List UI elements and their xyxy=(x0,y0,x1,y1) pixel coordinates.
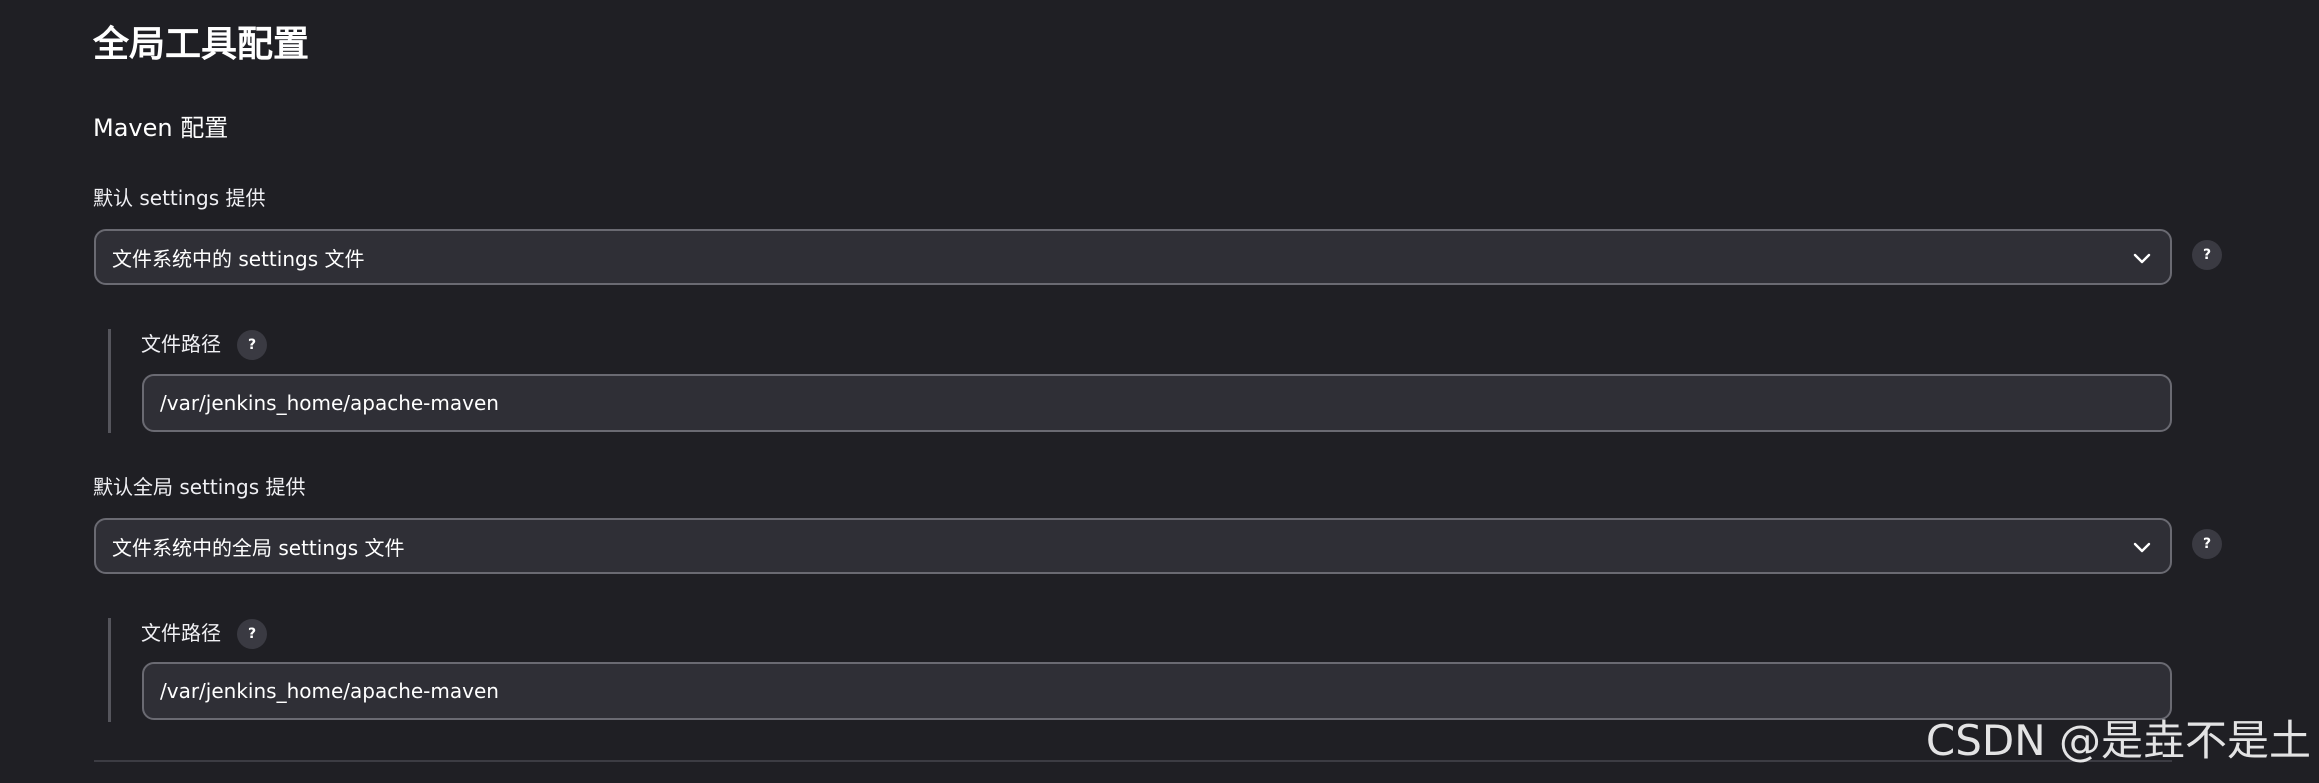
global-settings-file-path-help-icon[interactable]: ? xyxy=(237,619,267,649)
global-settings-provider-select[interactable]: 文件系统中的全局 settings 文件 xyxy=(94,518,2172,574)
settings-provider-label: 默认 settings 提供 xyxy=(93,186,266,210)
global-settings-provider-help-icon[interactable]: ? xyxy=(2192,529,2222,559)
global-tool-config-page: 全局工具配置 Maven 配置 默认 settings 提供 文件系统中的 se… xyxy=(0,0,2319,783)
global-settings-file-path-label: 文件路径 xyxy=(141,621,221,645)
settings-file-path-label: 文件路径 xyxy=(141,332,221,356)
csdn-watermark: CSDN @是垚不是土 xyxy=(1925,716,2311,765)
settings-provider-selected-value: 文件系统中的 settings 文件 xyxy=(112,246,365,271)
settings-provider-help-icon[interactable]: ? xyxy=(2192,240,2222,270)
global-settings-provider-label: 默认全局 settings 提供 xyxy=(93,475,306,499)
chevron-down-icon xyxy=(2133,542,2151,553)
settings-file-path-help-icon[interactable]: ? xyxy=(237,330,267,360)
page-title: 全局工具配置 xyxy=(93,24,310,65)
section-divider xyxy=(94,760,2172,762)
settings-provider-select[interactable]: 文件系统中的 settings 文件 xyxy=(94,229,2172,285)
settings-nested-divider xyxy=(108,329,111,433)
settings-file-path-input[interactable] xyxy=(142,374,2172,432)
maven-section-title: Maven 配置 xyxy=(93,114,229,142)
chevron-down-icon xyxy=(2133,253,2151,264)
global-settings-provider-selected-value: 文件系统中的全局 settings 文件 xyxy=(112,535,405,560)
global-settings-nested-divider xyxy=(108,618,111,722)
global-settings-file-path-input[interactable] xyxy=(142,662,2172,720)
